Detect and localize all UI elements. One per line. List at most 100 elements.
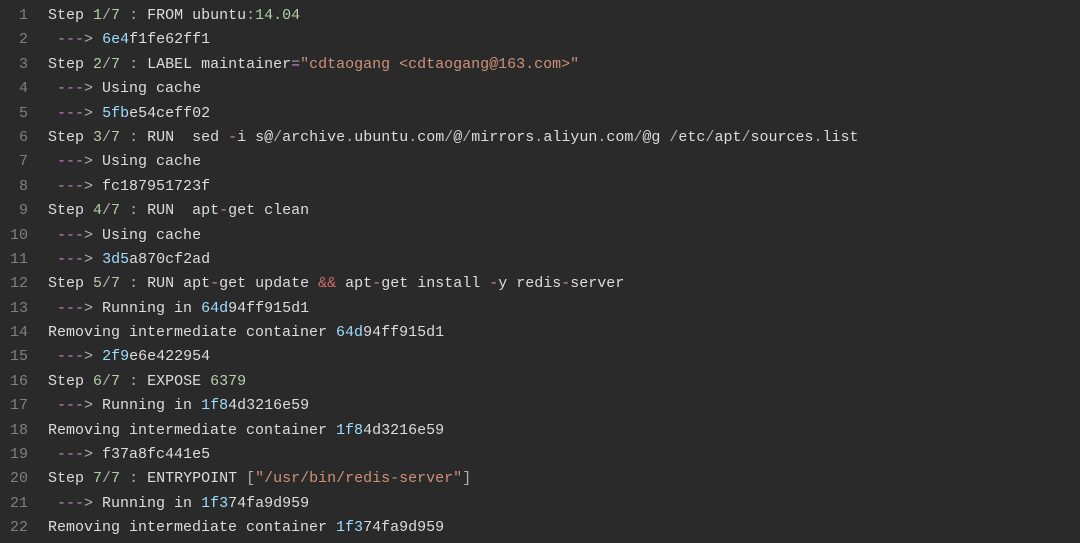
code-token: fc187951723f (93, 178, 210, 195)
code-token: / (102, 470, 111, 487)
code-token: LABEL maintainer (138, 56, 291, 73)
code-token: > (84, 397, 93, 414)
code-token: 1f8 (201, 397, 228, 414)
code-token: com (417, 129, 444, 146)
line-number: 4 (6, 77, 28, 101)
code-token (120, 275, 129, 292)
code-line[interactable]: ---> 2f9e6e422954 (48, 345, 1080, 369)
code-token: --- (57, 105, 84, 122)
code-token: > (84, 153, 93, 170)
code-token (93, 105, 102, 122)
code-token: i s@ (237, 129, 273, 146)
code-token: 7 (111, 275, 120, 292)
code-line[interactable]: ---> 5fbe54ceff02 (48, 102, 1080, 126)
code-line[interactable]: ---> 3d5a870cf2ad (48, 248, 1080, 272)
line-number: 12 (6, 272, 28, 296)
code-token: / (102, 373, 111, 390)
code-token: 4 (93, 202, 102, 219)
code-token: Using cache (93, 80, 201, 97)
code-token: : (129, 373, 138, 390)
line-number: 15 (6, 345, 28, 369)
code-token (48, 178, 57, 195)
code-token (120, 373, 129, 390)
code-token (48, 153, 57, 170)
code-line[interactable]: Removing intermediate container 64d94ff9… (48, 321, 1080, 345)
code-token: sources (750, 129, 813, 146)
code-line[interactable]: Step 1/7 : FROM ubuntu:14.04 (48, 4, 1080, 28)
code-content[interactable]: Step 1/7 : FROM ubuntu:14.04 ---> 6e4f1f… (40, 0, 1080, 543)
code-line[interactable]: Step 4/7 : RUN apt-get clean (48, 199, 1080, 223)
code-line[interactable]: ---> Running in 1f84d3216e59 (48, 394, 1080, 418)
code-token: 7 (111, 56, 120, 73)
code-token: f37a8fc441e5 (93, 446, 210, 463)
code-token (120, 470, 129, 487)
code-token: > (84, 300, 93, 317)
code-token: Step (48, 470, 93, 487)
code-token: 7 (111, 129, 120, 146)
code-token: 94ff915d1 (228, 300, 309, 317)
code-token: Using cache (93, 153, 201, 170)
line-number: 5 (6, 102, 28, 126)
code-token: Step (48, 7, 93, 24)
code-token (48, 348, 57, 365)
line-number: 6 (6, 126, 28, 150)
code-token: ubuntu (354, 129, 408, 146)
code-line[interactable]: ---> Using cache (48, 150, 1080, 174)
code-line[interactable]: ---> Using cache (48, 224, 1080, 248)
code-line[interactable]: Removing intermediate container 1f374fa9… (48, 516, 1080, 540)
code-token (48, 31, 57, 48)
code-token: . (408, 129, 417, 146)
code-token: : (129, 56, 138, 73)
code-line[interactable]: ---> fc187951723f (48, 175, 1080, 199)
code-token: Running in (93, 397, 201, 414)
code-token: / (102, 202, 111, 219)
code-token: : (129, 7, 138, 24)
code-line[interactable]: Step 7/7 : ENTRYPOINT ["/usr/bin/redis-s… (48, 467, 1080, 491)
line-number: 21 (6, 492, 28, 516)
code-line[interactable]: Step 3/7 : RUN sed -i s@/archive.ubuntu.… (48, 126, 1080, 150)
code-token: && (318, 275, 336, 292)
code-line[interactable]: Removing intermediate container 1f84d321… (48, 419, 1080, 443)
code-token: / (102, 7, 111, 24)
code-token: RUN sed (138, 129, 228, 146)
code-token (48, 105, 57, 122)
line-number: 7 (6, 150, 28, 174)
line-number: 20 (6, 467, 28, 491)
code-line[interactable]: Step 5/7 : RUN apt-get update && apt-get… (48, 272, 1080, 296)
line-number: 17 (6, 394, 28, 418)
code-token: / (444, 129, 453, 146)
code-line[interactable]: ---> 6e4f1fe62ff1 (48, 28, 1080, 52)
code-token: / (273, 129, 282, 146)
code-token: : (129, 470, 138, 487)
code-token: RUN apt (138, 202, 219, 219)
code-line[interactable]: ---> Running in 1f374fa9d959 (48, 492, 1080, 516)
code-token: 3 (93, 129, 102, 146)
code-line[interactable]: ---> f37a8fc441e5 (48, 443, 1080, 467)
code-token: > (84, 251, 93, 268)
code-line[interactable]: ---> Running in 64d94ff915d1 (48, 297, 1080, 321)
code-token: 64d (336, 324, 363, 341)
line-number: 3 (6, 53, 28, 77)
code-line[interactable]: Step 2/7 : LABEL maintainer="cdtaogang <… (48, 53, 1080, 77)
code-token: 4d3216e59 (363, 422, 444, 439)
code-token: 1f3 (201, 495, 228, 512)
code-token (120, 129, 129, 146)
code-token: etc (678, 129, 705, 146)
code-line[interactable]: Step 6/7 : EXPOSE 6379 (48, 370, 1080, 394)
code-editor: 12345678910111213141516171819202122 Step… (0, 0, 1080, 543)
line-number: 1 (6, 4, 28, 28)
code-token: - (561, 275, 570, 292)
code-token: > (84, 495, 93, 512)
code-token: . (345, 129, 354, 146)
code-token: - (489, 275, 498, 292)
code-token: mirrors (471, 129, 534, 146)
code-token: --- (57, 178, 84, 195)
code-line[interactable]: ---> Using cache (48, 77, 1080, 101)
code-token: Running in (93, 495, 201, 512)
code-token: 74fa9d959 (228, 495, 309, 512)
code-token: Step (48, 56, 93, 73)
code-token: - (219, 202, 228, 219)
code-token: Step (48, 373, 93, 390)
code-token: 7 (111, 373, 120, 390)
code-token: "/usr/bin/redis-server" (255, 470, 462, 487)
